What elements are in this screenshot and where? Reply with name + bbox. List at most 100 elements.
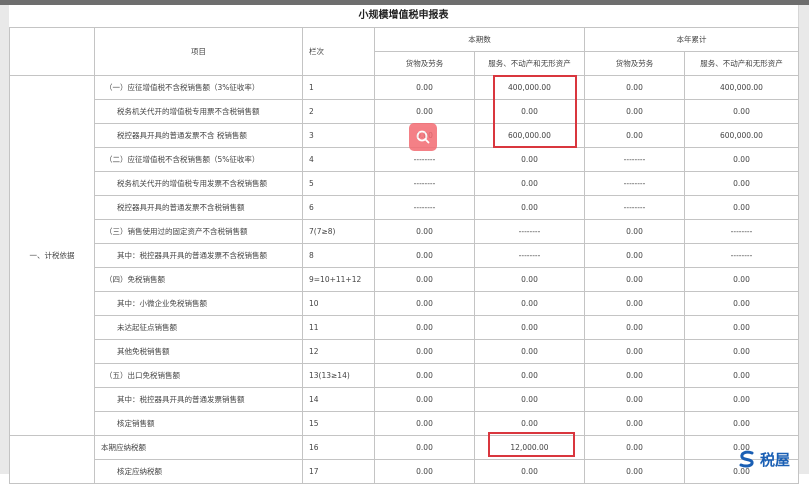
cell-cp-goods: 0.00 — [374, 363, 475, 388]
row-line-no: 8 — [302, 243, 375, 268]
cell-ytd-services: 0.00 — [684, 363, 799, 388]
row-line-no: 9=10+11+12 — [302, 267, 375, 292]
table-row: 一、计税依据 （一）应征增值税不含税销售额（3%征收率） 1 0.00 400,000.… — [9, 75, 799, 436]
row-item-label: （三）销售使用过的固定资产不含税销售额 — [94, 219, 303, 244]
cell-cp-goods: 0.00 — [374, 387, 475, 412]
cell-cp-goods: 0.00 — [374, 243, 475, 268]
cell-ytd-services: 0.00 — [684, 147, 799, 172]
cell-ytd-services: 0.00 — [684, 171, 799, 196]
cell-ytd-goods: -------- — [584, 147, 685, 172]
cell-ytd-services: 0.00 — [684, 315, 799, 340]
cell-cp-goods: 0.00 — [374, 315, 475, 340]
table-row: 核定销售额 15 0.00 0.00 0.00 0.00 — [10, 411, 799, 436]
table-row: （三）销售使用过的固定资产不含税销售额 7(7≥8) 0.00 -------- 0.0… — [10, 219, 799, 244]
cell-ytd-services: 0.00 — [684, 339, 799, 364]
row-line-no: 11 — [302, 315, 375, 340]
header-ytd: 本年累计 — [584, 27, 799, 52]
row-item-label: 本期应纳税额 — [94, 435, 303, 460]
cell-ytd-goods: 0.00 — [584, 387, 685, 412]
table-row: 税务机关代开的增值税专用发票不含税销售额 5 -------- 0.00 -------… — [10, 171, 799, 196]
row-line-no: 6 — [302, 195, 375, 220]
row-line-no: 16 — [302, 435, 375, 460]
cell-ytd-goods: 0.00 — [584, 339, 685, 364]
cell-ytd-goods: 0.00 — [584, 75, 685, 100]
cell-ytd-goods: 0.00 — [584, 99, 685, 124]
cell-ytd-goods: 0.00 — [584, 123, 685, 148]
row-item-label: 税控器具开具的普通发票不含 税销售额 — [94, 123, 303, 148]
row-item-label: （一）应征增值税不含税销售额（3%征收率） — [94, 75, 303, 100]
row-line-no: 4 — [302, 147, 375, 172]
row-line-no: 17 — [302, 459, 375, 484]
cell-ytd-services: -------- — [684, 243, 799, 268]
cell-cp-goods: 0.00 — [374, 411, 475, 436]
cell-cp-services: 0.00 — [474, 315, 585, 340]
table-row: （四）免税销售额 9=10+11+12 0.00 0.00 0.00 0.00 — [10, 267, 799, 292]
tax-form-table: 项目 栏次 本期数 本年累计 货物及劳务 服务、不动产和无形资产 货物及劳务 服… — [9, 27, 799, 484]
row-item-label: 税控器具开具的普通发票不含税销售额 — [94, 195, 303, 220]
cell-cp-goods: 0.00 — [374, 99, 475, 124]
right-gutter — [798, 5, 809, 474]
cell-cp-goods: 0.00 — [374, 339, 475, 364]
cell-ytd-goods: 0.00 — [584, 315, 685, 340]
row-line-no: 3 — [302, 123, 375, 148]
cell-cp-services: -------- — [474, 243, 585, 268]
table-row: 本期应纳税额 16 0.00 12,000.00 0.00 0.00 — [9, 435, 799, 484]
cell-cp-services: 0.00 — [474, 195, 585, 220]
row-item-label: 其他免税销售额 — [94, 339, 303, 364]
cell-cp-goods: -------- — [374, 171, 475, 196]
cell-ytd-services: 0.00 — [684, 195, 799, 220]
row-line-no: 10 — [302, 291, 375, 316]
header-current-period: 本期数 — [374, 27, 585, 52]
table-row: 其中：税控器具开具的普通发票销售额 14 0.00 0.00 0.00 0.00 — [10, 387, 799, 412]
section-label-tax — [9, 435, 95, 484]
row-item-label: （五）出口免税销售额 — [94, 363, 303, 388]
cell-cp-goods: 0.00 — [374, 75, 475, 100]
cell-ytd-goods: 0.00 — [584, 411, 685, 436]
table-row: 未达起征点销售额 11 0.00 0.00 0.00 0.00 — [10, 315, 799, 340]
cell-ytd-goods: 0.00 — [584, 243, 685, 268]
header-ytd-services: 服务、不动产和无形资产 — [684, 51, 799, 76]
cell-cp-services: 12,000.00 — [474, 435, 585, 460]
cell-cp-services: 0.00 — [474, 459, 585, 484]
row-item-label: 税务机关代开的增值税专用发票不含税销售额 — [94, 171, 303, 196]
cell-cp-services: 0.00 — [474, 291, 585, 316]
cell-cp-goods: 0.00 — [374, 435, 475, 460]
tax-form-sheet: 小规模增值税申报表 项目 栏次 本期数 本年累计 货物及劳务 服务、不动产和无形… — [9, 5, 799, 484]
row-item-label: 其中：税控器具开具的普通发票不含税销售额 — [94, 243, 303, 268]
cell-ytd-services: 0.00 — [684, 387, 799, 412]
cell-ytd-goods: -------- — [584, 195, 685, 220]
row-item-label: （四）免税销售额 — [94, 267, 303, 292]
row-item-label: 核定销售额 — [94, 411, 303, 436]
cell-ytd-goods: 0.00 — [584, 267, 685, 292]
cell-cp-services: -------- — [474, 219, 585, 244]
cell-cp-services: 0.00 — [474, 171, 585, 196]
cell-ytd-services: 0.00 — [684, 99, 799, 124]
cell-cp-services: 0.00 — [474, 147, 585, 172]
cell-cp-goods: 0.00 — [374, 219, 475, 244]
search-icon[interactable] — [409, 123, 437, 151]
cell-cp-goods: -------- — [374, 147, 475, 172]
cell-ytd-services: -------- — [684, 219, 799, 244]
cell-ytd-goods: 0.00 — [584, 291, 685, 316]
cell-ytd-services: 0.00 — [684, 267, 799, 292]
table-row: 其中：小微企业免税销售额 10 0.00 0.00 0.00 0.00 — [10, 291, 799, 316]
form-body: 一、计税依据 （一）应征增值税不含税销售额（3%征收率） 1 0.00 400,000.… — [9, 75, 799, 484]
header-line-no: 栏次 — [302, 27, 375, 76]
row-item-label: 其中：小微企业免税销售额 — [94, 291, 303, 316]
row-line-no: 14 — [302, 387, 375, 412]
row-line-no: 2 — [302, 99, 375, 124]
cell-ytd-goods: 0.00 — [584, 363, 685, 388]
header-cp-goods: 货物及劳务 — [374, 51, 475, 76]
table-row: 其中：税控器具开具的普通发票不含税销售额 8 0.00 -------- 0.00 ---… — [10, 243, 799, 268]
row-item-label: 核定应纳税额 — [94, 459, 303, 484]
cell-cp-services: 0.00 — [474, 363, 585, 388]
row-line-no: 15 — [302, 411, 375, 436]
row-line-no: 1 — [302, 75, 375, 100]
table-row: （五）出口免税销售额 13(13≥14) 0.00 0.00 0.00 0.00 — [10, 363, 799, 388]
logo-text: 税屋 — [760, 450, 791, 469]
brand-logo: 税屋 — [737, 445, 790, 473]
row-item-label: （二）应征增值税不含税销售额（5%征收率） — [94, 147, 303, 172]
cell-cp-services: 0.00 — [474, 411, 585, 436]
s-logo-icon — [739, 450, 754, 468]
row-line-no: 13(13≥14) — [302, 363, 375, 388]
